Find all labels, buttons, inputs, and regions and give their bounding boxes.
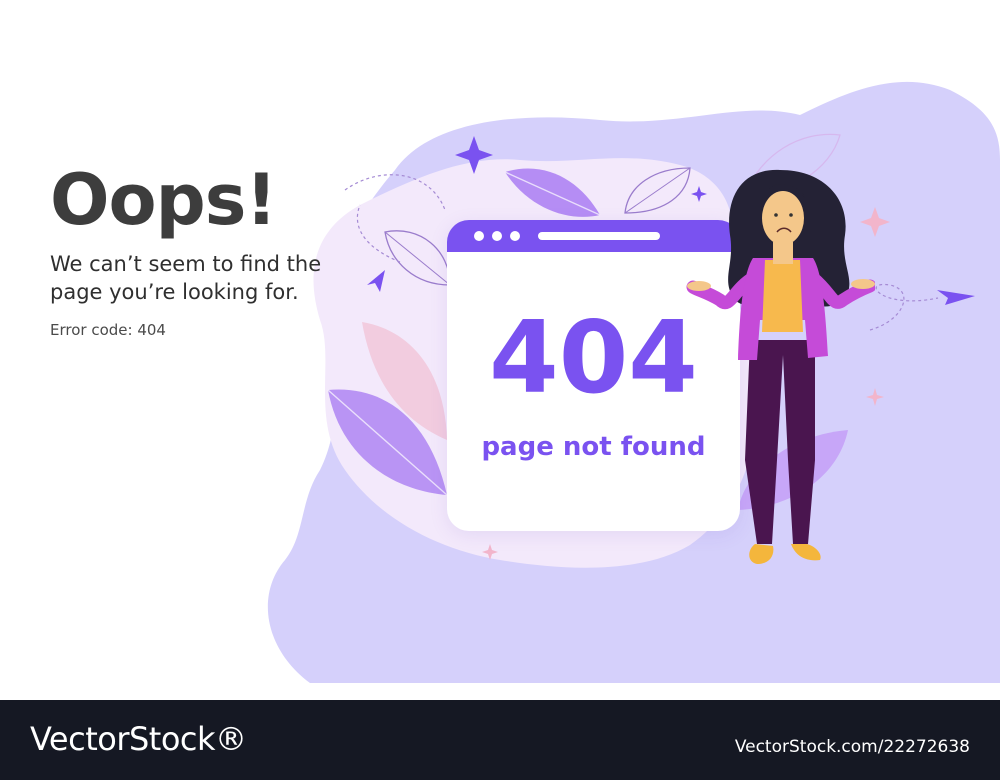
error-message-line: page you’re looking for.: [50, 279, 299, 304]
window-dot-icon: [510, 231, 520, 241]
footer-bar: VectorStock® VectorStock.com/22272638: [0, 700, 1000, 780]
error-page: Oops! We can’t seem to find the page you…: [0, 0, 1000, 780]
error-message: We can’t seem to find the page you’re lo…: [50, 251, 410, 307]
confused-woman-illustration: [686, 169, 875, 564]
error-text-block: Oops! We can’t seem to find the page you…: [50, 165, 410, 339]
window-dot-icon: [474, 231, 484, 241]
error-code: Error code: 404: [50, 320, 166, 339]
footer-image-id: VectorStock.com/22272638: [734, 737, 970, 757]
window-dot-icon: [492, 231, 502, 241]
footer-brand: VectorStock®: [30, 720, 247, 758]
headline: Oops!: [50, 159, 277, 241]
address-bar: [538, 232, 660, 240]
error-message-line: We can’t seem to find the: [50, 252, 322, 276]
